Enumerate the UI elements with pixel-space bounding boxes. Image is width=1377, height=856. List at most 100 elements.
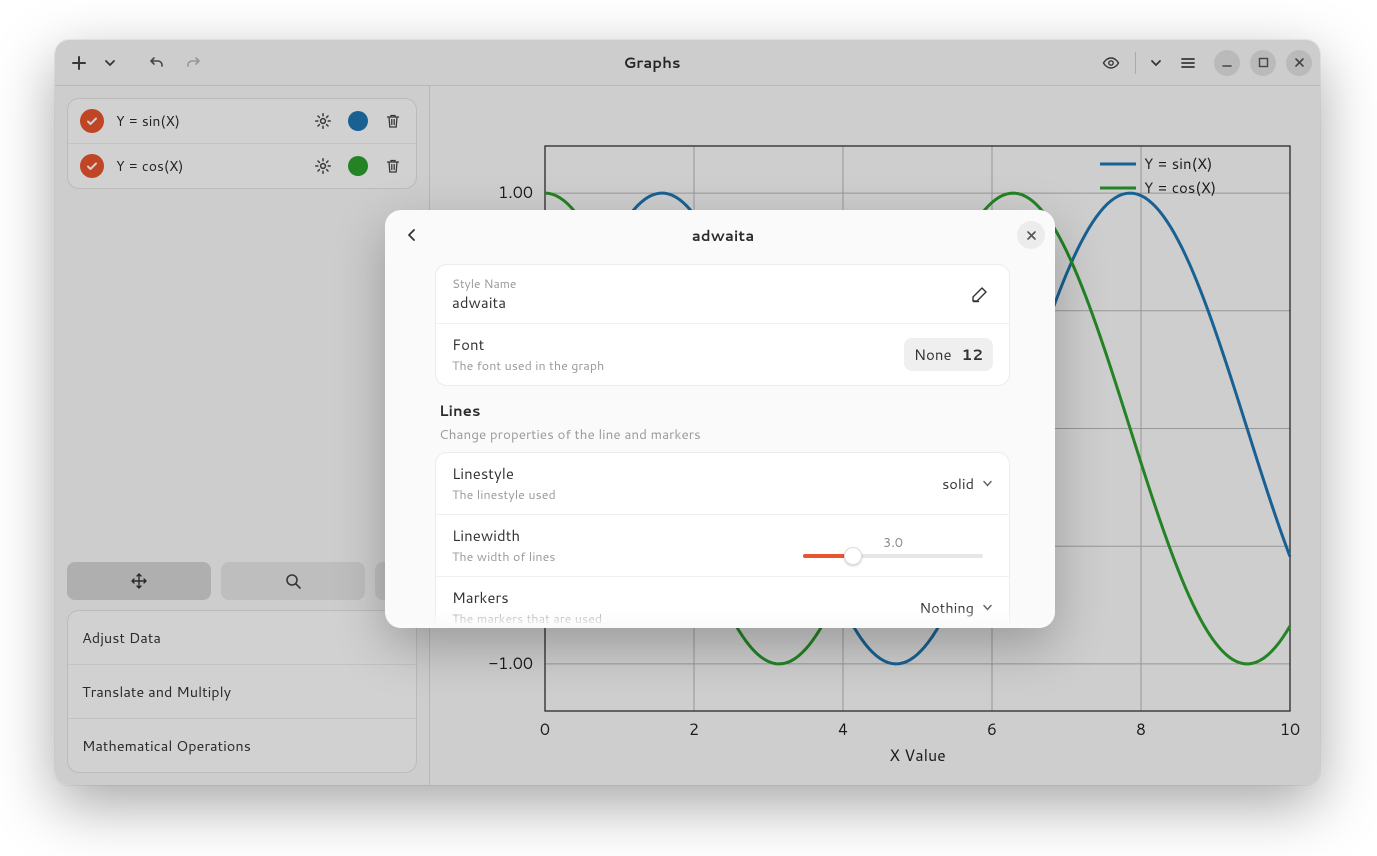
equation-label: Y = sin(X) [116,111,300,131]
style-name-value: adwaita [452,292,955,313]
style-dialog: adwaita Style Name adwaita Font The font… [385,210,1055,628]
undo-button[interactable] [141,47,173,79]
linewidth-sub: The width of lines [452,548,783,566]
edit-style-name-button[interactable] [965,280,993,308]
check-icon [85,159,99,173]
gear-icon [314,157,332,175]
svg-text:10: 10 [1280,718,1300,741]
svg-text:−1.00: −1.00 [489,652,533,675]
visibility-button[interactable] [1095,47,1127,79]
equation-toggle[interactable] [80,154,104,178]
svg-text:1.00: 1.00 [498,181,533,204]
redo-button[interactable] [177,47,209,79]
slider-thumb[interactable] [844,547,862,565]
minimize-icon [1221,57,1233,69]
font-label: Font [452,334,894,355]
search-icon [285,573,302,590]
font-picker-button[interactable]: None 12 [904,338,993,371]
tool-row [67,562,417,600]
close-button[interactable] [1286,50,1312,76]
trash-icon [385,158,401,174]
chevron-down-icon [982,478,993,489]
equation-delete-button[interactable] [382,110,404,132]
undo-icon [149,55,165,71]
linestyle-value: solid [942,473,974,494]
dialog-back-button[interactable] [395,218,429,252]
pan-tool-button[interactable] [67,562,211,600]
trash-icon [385,113,401,129]
svg-text:0: 0 [540,718,550,741]
chevron-down-icon [104,57,116,69]
close-icon [1294,57,1305,68]
accordion-item[interactable]: Adjust Data [68,611,416,664]
equation-color-swatch[interactable] [348,111,368,131]
svg-text:4: 4 [838,718,848,741]
hamburger-icon [1180,55,1196,71]
app-window: Graphs Y = sin(X) [55,40,1320,785]
svg-text:2: 2 [689,718,699,741]
headerbar: Graphs [55,40,1320,86]
minimize-button[interactable] [1214,50,1240,76]
chevron-down-icon [1150,57,1162,69]
font-sub: The font used in the graph [452,357,894,375]
lines-section-header: Lines Change properties of the line and … [439,400,1006,444]
slider-track[interactable] [803,554,983,558]
linewidth-label: Linewidth [452,525,783,546]
svg-text:X Value: X Value [889,744,946,767]
redo-icon [185,55,201,71]
maximize-button[interactable] [1250,50,1276,76]
lines-card: Linestyle The linestyle used solid Linew… [435,452,1010,628]
style-name-row[interactable]: Style Name adwaita [436,265,1009,323]
maximize-icon [1258,57,1269,68]
equation-item[interactable]: Y = sin(X) [68,99,416,143]
general-card: Style Name adwaita Font The font used in… [435,264,1010,386]
separator [1135,52,1136,74]
chevron-down-icon [982,602,993,613]
linestyle-row[interactable]: Linestyle The linestyle used solid [436,453,1009,514]
close-icon [1026,230,1037,241]
add-button[interactable] [63,47,95,79]
operations-list: Adjust Data Translate and Multiply Mathe… [67,610,417,773]
equation-item[interactable]: Y = cos(X) [68,143,416,188]
hamburger-menu-button[interactable] [1172,47,1204,79]
svg-text:Y = sin(X): Y = sin(X) [1144,153,1213,174]
lines-title: Lines [439,400,1006,421]
font-name: None [914,344,952,365]
dialog-header: adwaita [385,210,1055,260]
accordion-item[interactable]: Mathematical Operations [68,718,416,772]
markers-value: Nothing [919,597,974,618]
pencil-icon [971,286,988,303]
view-menu-button[interactable] [1144,47,1168,79]
chevron-left-icon [405,228,419,242]
linestyle-sub: The linestyle used [452,486,932,504]
equation-toggle[interactable] [80,109,104,133]
markers-dropdown[interactable]: Nothing [919,597,993,618]
linewidth-slider[interactable]: 3.0 [793,534,993,558]
eye-icon [1102,54,1120,72]
zoom-tool-button[interactable] [221,562,365,600]
style-name-label: Style Name [452,275,955,292]
equation-label: Y = cos(X) [116,156,300,176]
dialog-body[interactable]: Style Name adwaita Font The font used in… [385,260,1055,628]
add-menu-button[interactable] [99,47,121,79]
equation-settings-button[interactable] [312,110,334,132]
equation-settings-button[interactable] [312,155,334,177]
linewidth-row: Linewidth The width of lines 3.0 [436,514,1009,576]
dialog-close-button[interactable] [1017,221,1045,249]
equation-list: Y = sin(X) Y = cos(X) [67,98,417,189]
linestyle-dropdown[interactable]: solid [942,473,993,494]
font-size: 12 [962,344,983,365]
markers-sub: The markers that are used [452,610,909,628]
accordion-item[interactable]: Translate and Multiply [68,664,416,718]
gear-icon [314,112,332,130]
svg-text:Y = cos(X): Y = cos(X) [1144,177,1216,198]
dialog-title: adwaita [429,225,1017,246]
font-row[interactable]: Font The font used in the graph None 12 [436,323,1009,385]
equation-delete-button[interactable] [382,155,404,177]
move-icon [130,572,148,590]
markers-row[interactable]: Markers The markers that are used Nothin… [436,576,1009,628]
lines-sub: Change properties of the line and marker… [439,425,1006,444]
svg-text:6: 6 [987,718,997,741]
equation-color-swatch[interactable] [348,156,368,176]
sidebar: Y = sin(X) Y = cos(X) [55,86,430,785]
